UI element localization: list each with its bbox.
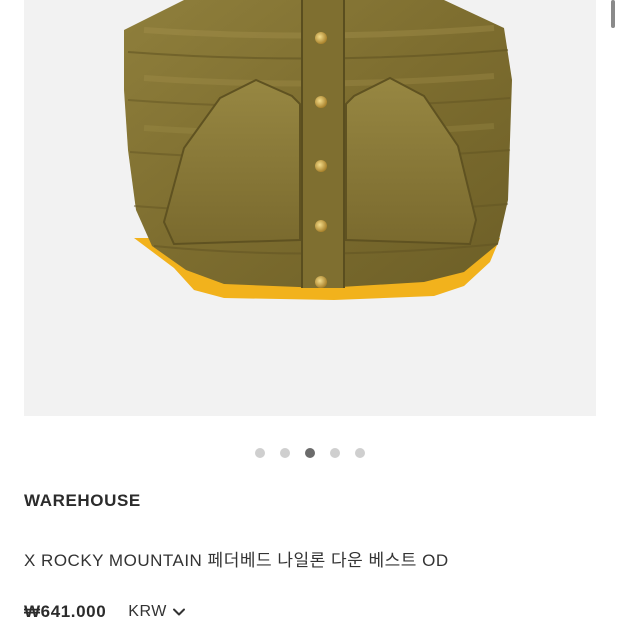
scrollbar[interactable] xyxy=(611,0,615,28)
currency-selector[interactable]: KRW xyxy=(128,603,187,620)
product-title: X ROCKY MOUNTAIN 페더베드 나일론 다운 베스트 OD xyxy=(24,551,449,570)
brand-name[interactable]: WAREHOUSE xyxy=(24,491,141,511)
carousel-dot-3-active[interactable] xyxy=(305,448,315,458)
currency-label: KRW xyxy=(128,603,167,620)
carousel-dot-1[interactable] xyxy=(255,448,265,458)
carousel-dot-2[interactable] xyxy=(280,448,290,458)
price-row: ₩641.000 KRW xyxy=(24,602,187,620)
carousel-dot-5[interactable] xyxy=(355,448,365,458)
chevron-down-icon xyxy=(172,608,185,616)
carousel-indicator xyxy=(0,448,620,460)
product-detail-page: WAREHOUSE X ROCKY MOUNTAIN 페더베드 나일론 다운 베… xyxy=(0,0,620,620)
carousel-dot-4[interactable] xyxy=(330,448,340,458)
product-price: ₩641.000 xyxy=(24,602,107,620)
product-image[interactable] xyxy=(24,0,596,416)
down-vest-image xyxy=(124,0,512,300)
